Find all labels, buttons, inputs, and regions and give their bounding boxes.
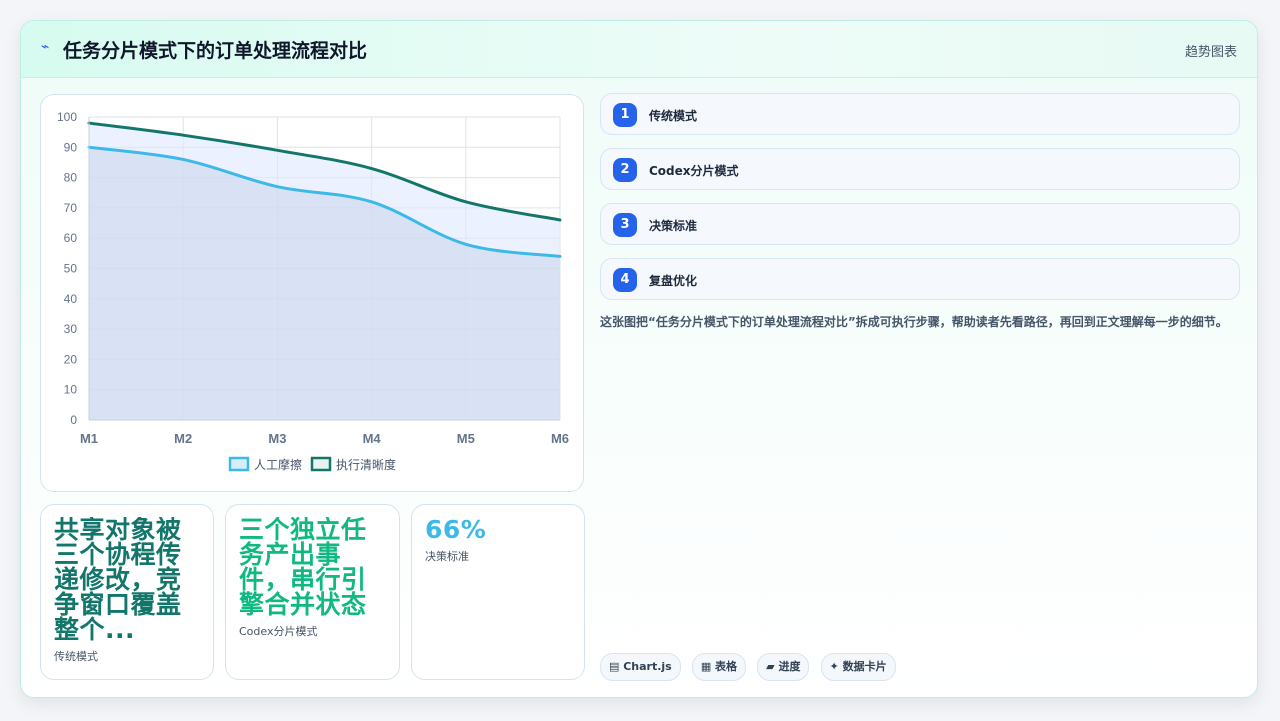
x-tick-label: M6 — [551, 431, 569, 446]
x-tick-label: M3 — [268, 431, 286, 446]
y-tick-label: 20 — [64, 352, 78, 366]
y-tick-label: 100 — [57, 110, 77, 124]
area-chart: 0 10 20 30 40 50 60 70 80 90 100 M1 M2 M3 M4 M5 M6 人工摩擦 执行… — [57, 110, 569, 472]
y-tick-label: 60 — [64, 231, 78, 245]
chip-progress[interactable]: ▰ 进度 — [757, 653, 810, 681]
step-label: 复盘优化 — [649, 274, 698, 288]
kpi-card-traditional: 共享对象被三个协程传递修改，竞争窗口覆盖整个... 传统模式 — [40, 504, 214, 680]
kpi-value: 共享对象被三个协程传递修改，竞争窗口覆盖整个... — [54, 517, 182, 642]
kpi-value: 三个独立任务产出事件，串行引擎合并状态 — [239, 517, 367, 617]
step-item-review[interactable]: 4 复盘优化 — [600, 258, 1240, 300]
legend-swatch — [310, 456, 332, 472]
kpi-card-decision: 66% 决策标准 — [411, 504, 585, 680]
chart-container: 0 10 20 30 40 50 60 70 80 90 100 M1 M2 M3 M4 M5 M6 人工摩擦 执行… — [40, 94, 584, 492]
page-title: 任务分片模式下的订单处理流程对比 — [63, 40, 368, 62]
step-label: Codex分片模式 — [649, 164, 739, 178]
chart-description: 这张图把“任务分片模式下的订单处理流程对比”拆成可执行步骤，帮助读者先看路径，再… — [600, 315, 1228, 329]
step-number-badge: 1 — [613, 103, 637, 127]
step-item-traditional[interactable]: 1 传统模式 — [600, 93, 1240, 135]
step-item-decision[interactable]: 3 决策标准 — [600, 203, 1240, 245]
y-tick-label: 70 — [64, 201, 78, 215]
x-tick-label: M2 — [174, 431, 192, 446]
kpi-card-codex: 三个独立任务产出事件，串行引擎合并状态 Codex分片模式 — [225, 504, 400, 680]
x-tick-label: M5 — [457, 431, 475, 446]
step-item-codex[interactable]: 2 Codex分片模式 — [600, 148, 1240, 190]
legend-swatch — [228, 456, 250, 472]
chip-chartjs[interactable]: ▤ Chart.js — [600, 653, 681, 681]
y-tick-label: 40 — [64, 292, 78, 306]
kpi-label: 传统模式 — [54, 650, 98, 663]
step-label: 传统模式 — [649, 109, 698, 123]
y-tick-label: 90 — [64, 140, 78, 154]
y-tick-label: 10 — [64, 383, 78, 397]
legend-label: 人工摩擦 — [254, 457, 302, 472]
chip-data-card[interactable]: ✦ 数据卡片 — [820, 653, 896, 681]
step-label: 决策标准 — [649, 219, 698, 233]
step-number-badge: 2 — [613, 158, 637, 182]
chart-type-tag: 趋势图表 — [1184, 45, 1237, 60]
kpi-label: Codex分片模式 — [239, 625, 318, 638]
step-number-badge: 3 — [613, 213, 637, 237]
feature-chips: ▤ Chart.js ▦ 表格 ▰ 进度 ✦ 数据卡片 — [600, 653, 902, 681]
legend-label: 执行清晰度 — [336, 457, 396, 472]
y-tick-label: 30 — [64, 322, 78, 336]
step-number-badge: 4 — [613, 268, 637, 292]
kpi-value: 66% — [425, 517, 487, 542]
y-tick-label: 0 — [70, 413, 77, 427]
main-card: ⌁ 任务分片模式下的订单处理流程对比 趋势图表 0 10 20 30 40 50 60 70 8… — [20, 20, 1258, 698]
kpi-label: 决策标准 — [425, 550, 469, 563]
y-tick-label: 80 — [64, 171, 78, 185]
step-list: 1 传统模式 2 Codex分片模式 3 决策标准 4 复盘优化 — [600, 93, 1240, 313]
x-tick-label: M4 — [363, 431, 382, 446]
chip-table[interactable]: ▦ 表格 — [691, 653, 747, 681]
y-tick-label: 50 — [64, 262, 78, 276]
wave-icon: ⌁ — [41, 39, 50, 55]
card-header: ⌁ 任务分片模式下的订单处理流程对比 趋势图表 — [21, 21, 1257, 78]
x-tick-label: M1 — [80, 431, 98, 446]
